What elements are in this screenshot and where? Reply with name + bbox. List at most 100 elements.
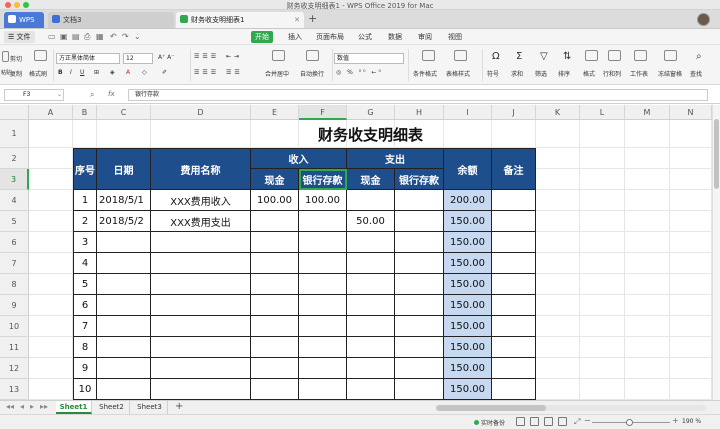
freeze-panes-button[interactable]: 冻结窗格 xyxy=(658,69,682,78)
print-preview-icon[interactable]: ▦ xyxy=(96,32,104,42)
cell-expense-cash[interactable]: 50.00 xyxy=(347,211,395,232)
row-header-11[interactable]: 11 xyxy=(0,337,29,358)
file-menu-button[interactable]: ☰ 文件 xyxy=(4,31,35,43)
cell-income-bank[interactable] xyxy=(299,295,347,316)
sheet-tab-2[interactable]: Sheet2 xyxy=(94,401,130,414)
column-header-l[interactable]: L xyxy=(580,105,625,120)
zoom-slider[interactable] xyxy=(592,419,670,426)
cell-seq[interactable]: 3 xyxy=(73,232,97,253)
cell-seq[interactable]: 5 xyxy=(73,274,97,295)
column-header-c[interactable]: C xyxy=(97,105,151,120)
backup-status[interactable]: 实时备份 xyxy=(474,418,505,427)
worksheet-button[interactable]: 工作表 xyxy=(630,69,648,78)
row-header-13[interactable]: 13 xyxy=(0,379,29,400)
cell-date[interactable] xyxy=(97,337,151,358)
menu-formula[interactable]: 公式 xyxy=(354,31,376,43)
last-sheet-icon[interactable]: ▸▸ xyxy=(40,402,48,411)
merge-center-button[interactable]: 合并居中 xyxy=(265,69,289,78)
cell-income-cash[interactable] xyxy=(251,358,299,379)
cell-seq[interactable]: 9 xyxy=(73,358,97,379)
reading-view-icon[interactable] xyxy=(558,417,567,426)
cell-name[interactable] xyxy=(151,337,251,358)
cell-expense-cash[interactable] xyxy=(347,316,395,337)
font-size-select[interactable]: 12 xyxy=(123,53,153,64)
paste-label[interactable]: 粘贴 xyxy=(1,69,11,76)
menu-insert[interactable]: 插入 xyxy=(284,31,306,43)
horizontal-scroll-thumb[interactable] xyxy=(436,405,546,411)
cell-expense-bank[interactable] xyxy=(395,211,444,232)
cell-income-bank[interactable] xyxy=(299,211,347,232)
indent-icons[interactable]: ⇤⇥ xyxy=(226,53,242,60)
header-expense-bank[interactable]: 银行存款 xyxy=(395,169,444,190)
sort-button[interactable]: 排序 xyxy=(558,69,570,78)
header-expense-cash[interactable]: 现金 xyxy=(347,169,395,190)
column-header-k[interactable]: K xyxy=(536,105,580,120)
row-header-3[interactable]: 3 xyxy=(0,169,29,190)
cell-note[interactable] xyxy=(492,379,536,400)
cell-note[interactable] xyxy=(492,358,536,379)
eye-protect-icon[interactable] xyxy=(516,417,525,426)
cell-expense-bank[interactable] xyxy=(395,379,444,400)
sum-icon[interactable]: Σ xyxy=(516,51,522,62)
freeze-panes-icon[interactable] xyxy=(664,50,677,61)
cell-date[interactable]: 2018/5/2 xyxy=(97,211,151,232)
column-header-b[interactable]: B xyxy=(73,105,97,120)
cell-income-bank[interactable] xyxy=(299,337,347,358)
cell-seq[interactable]: 2 xyxy=(73,211,97,232)
cell-expense-cash[interactable] xyxy=(347,253,395,274)
cell-income-cash[interactable] xyxy=(251,211,299,232)
sheet-title-cell[interactable]: 财务收支明细表 xyxy=(29,120,712,148)
cell-balance[interactable]: 150.00 xyxy=(444,253,492,274)
column-header-h[interactable]: H xyxy=(395,105,444,120)
cell-expense-cash[interactable] xyxy=(347,190,395,211)
menu-start[interactable]: 开始 xyxy=(251,31,273,43)
row-header-4[interactable]: 4 xyxy=(0,190,29,211)
cell-note[interactable] xyxy=(492,337,536,358)
column-header-g[interactable]: G xyxy=(347,105,395,120)
cell-expense-cash[interactable] xyxy=(347,232,395,253)
new-tab-button[interactable]: + xyxy=(308,12,317,26)
cell-name[interactable] xyxy=(151,316,251,337)
header-income-cash[interactable]: 现金 xyxy=(251,169,299,190)
select-all-corner[interactable] xyxy=(0,105,29,120)
row-header-12[interactable]: 12 xyxy=(0,358,29,379)
wrap-text-button[interactable]: 自动换行 xyxy=(300,69,324,78)
filter-icon[interactable]: ▽ xyxy=(540,51,548,62)
prev-sheet-icon[interactable]: ◂ xyxy=(20,402,24,411)
cell-expense-bank[interactable] xyxy=(395,295,444,316)
format-painter-icon[interactable] xyxy=(34,50,47,61)
cell-date[interactable] xyxy=(97,274,151,295)
spreadsheet-grid[interactable]: ABCDEFGHIJKLMN 1 2 3 4 5 6 7 8 9 10 11 12 13 财务收支明细表… xyxy=(0,105,712,400)
cell-date[interactable] xyxy=(97,253,151,274)
export-icon[interactable]: ▤ xyxy=(72,32,80,42)
undo-icon[interactable]: ↶ xyxy=(110,32,117,42)
cell-expense-bank[interactable] xyxy=(395,316,444,337)
header-expense[interactable]: 支出 xyxy=(347,148,444,169)
sort-icon[interactable]: ⇅ xyxy=(563,51,571,62)
cell-expense-cash[interactable] xyxy=(347,337,395,358)
cell-seq[interactable]: 1 xyxy=(73,190,97,211)
cell-seq[interactable]: 10 xyxy=(73,379,97,400)
cell-expense-bank[interactable] xyxy=(395,358,444,379)
cell-income-bank[interactable] xyxy=(299,253,347,274)
cell-name[interactable]: XXX费用收入 xyxy=(151,190,251,211)
first-sheet-icon[interactable]: ◂◂ xyxy=(6,402,14,411)
cell-note[interactable] xyxy=(492,190,536,211)
row-header-5[interactable]: 5 xyxy=(0,211,29,232)
cell-note[interactable] xyxy=(492,295,536,316)
cell-date[interactable] xyxy=(97,358,151,379)
underline-icon[interactable]: U xyxy=(80,69,84,76)
cell-seq[interactable]: 7 xyxy=(73,316,97,337)
format-button[interactable]: 格式 xyxy=(583,69,595,78)
cell-name[interactable] xyxy=(151,274,251,295)
cell-balance[interactable]: 200.00 xyxy=(444,190,492,211)
sheet-tab-1[interactable]: Sheet1 xyxy=(56,401,92,414)
bold-icon[interactable]: B xyxy=(58,69,63,76)
header-income[interactable]: 收入 xyxy=(251,148,347,169)
header-income-bank[interactable]: 银行存款 xyxy=(299,169,347,190)
column-header-j[interactable]: J xyxy=(492,105,536,120)
border-icon[interactable]: ⊞ xyxy=(94,69,99,76)
vertical-align-icons[interactable]: ☰☰☰ xyxy=(194,53,219,60)
table-style-icon[interactable] xyxy=(454,50,467,61)
column-header-n[interactable]: N xyxy=(670,105,712,120)
